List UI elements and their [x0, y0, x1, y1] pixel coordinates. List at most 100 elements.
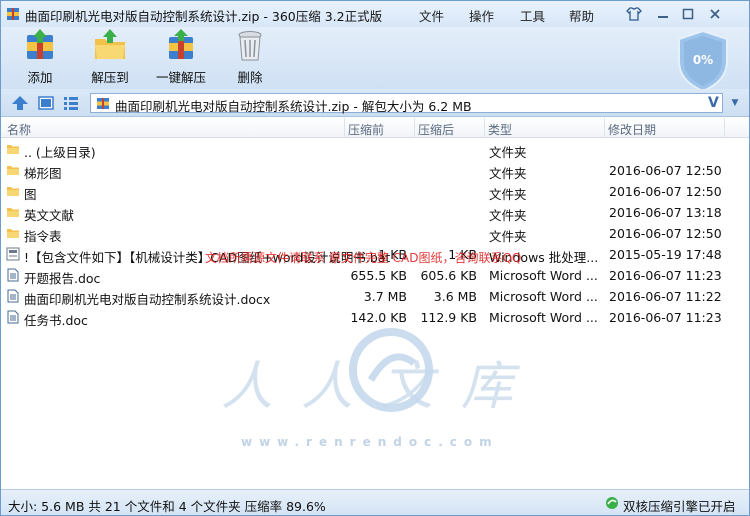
- status-summary: 大小: 5.6 MB 共 21 个文件和 4 个文件夹 压缩率 89.6%: [8, 499, 326, 514]
- close-icon[interactable]: [704, 4, 726, 24]
- column-divider[interactable]: [414, 118, 415, 138]
- file-name: 英文文献: [24, 208, 75, 223]
- doc-file-icon: [7, 268, 19, 282]
- column-divider[interactable]: [484, 118, 485, 138]
- column-after[interactable]: 压缩后: [418, 121, 454, 138]
- table-row[interactable]: 梯形图 文件夹 2016-06-07 12:50: [1, 160, 749, 181]
- chevron-down-icon[interactable]: ▼: [726, 93, 744, 113]
- archive-icon: [97, 98, 109, 109]
- list-view-icon[interactable]: [62, 95, 80, 111]
- file-name: .. (上级目录): [24, 145, 96, 160]
- doc-file-icon: [7, 310, 19, 324]
- file-size-after: 112.9 KB: [420, 310, 477, 325]
- trash-can-icon: [238, 31, 262, 61]
- file-type: Microsoft Word ...: [489, 289, 598, 304]
- file-type: 文件夹: [489, 187, 527, 202]
- file-date: 2016-06-07 11:22: [609, 289, 722, 304]
- file-size-after: 3.6 MB: [433, 289, 477, 304]
- menu-file[interactable]: 文件: [419, 6, 444, 25]
- app-icon: [7, 8, 19, 20]
- table-row[interactable]: 图 文件夹 2016-06-07 12:50: [1, 181, 749, 202]
- title-bar: 曲面印刷机光电对版自动控制系统设计.zip - 360压缩 3.2正式版 文件 …: [1, 1, 749, 27]
- status-bar: 大小: 5.6 MB 共 21 个文件和 4 个文件夹 压缩率 89.6% 双核…: [1, 489, 749, 515]
- column-name[interactable]: 名称: [7, 121, 31, 138]
- thumbnail-view-icon[interactable]: [37, 95, 55, 111]
- watermark-red-note: 文档所需源文件请联系 原文件完整 CAD图纸，咨询联系QQ: [205, 251, 522, 265]
- file-type: Microsoft Word ...: [489, 310, 598, 325]
- file-name: 梯形图: [24, 166, 62, 181]
- file-name: 曲面印刷机光电对版自动控制系统设计.docx: [24, 292, 271, 307]
- file-size-before: 3.7 MB: [363, 289, 407, 304]
- file-date: 2016-06-07 12:50: [609, 184, 722, 199]
- column-divider[interactable]: [604, 118, 605, 138]
- delete-label: 删除: [237, 70, 263, 85]
- add-label: 添加: [27, 70, 53, 85]
- extract-to-button[interactable]: 解压到: [80, 29, 140, 87]
- file-date: 2016-06-07 11:23: [609, 268, 722, 283]
- file-name: 任务书.doc: [24, 313, 88, 328]
- column-type[interactable]: 类型: [488, 121, 512, 138]
- column-divider[interactable]: [344, 118, 345, 138]
- watermark-chinese: 人人文库: [221, 357, 542, 417]
- watermark-url: www.renrendoc.com: [241, 435, 499, 449]
- folder-icon: [7, 166, 19, 175]
- one-click-extract-icon: [169, 29, 193, 59]
- file-date: 2016-06-07 12:50: [609, 226, 722, 241]
- table-row[interactable]: 指令表 文件夹 2016-06-07 12:50: [1, 223, 749, 244]
- delete-button[interactable]: 删除: [220, 29, 280, 87]
- folder-icon: [7, 145, 19, 154]
- file-size-before: 655.5 KB: [350, 268, 407, 283]
- skin-shirt-icon[interactable]: [623, 4, 645, 24]
- menu-tools[interactable]: 工具: [520, 6, 545, 25]
- extract-to-label: 解压到: [91, 70, 129, 85]
- window-title: 曲面印刷机光电对版自动控制系统设计.zip - 360压缩 3.2正式版: [25, 9, 383, 24]
- up-arrow-icon[interactable]: [11, 95, 29, 111]
- file-name: 开题报告.doc: [24, 271, 101, 286]
- table-row[interactable]: 曲面印刷机光电对版自动控制系统设计.docx 3.7 MB 3.6 MB Mic…: [1, 286, 749, 307]
- file-type: 文件夹: [489, 208, 527, 223]
- one-click-extract-button[interactable]: 一键解压: [150, 29, 212, 87]
- table-row[interactable]: .. (上级目录) 文件夹: [1, 139, 749, 160]
- file-date: 2016-06-07 13:18: [609, 205, 722, 220]
- table-row[interactable]: 开题报告.doc 655.5 KB 605.6 KB Microsoft Wor…: [1, 265, 749, 286]
- column-header: 名称 压缩前 压缩后 类型 修改日期: [1, 118, 749, 138]
- add-archive-icon: [27, 29, 53, 59]
- folder-icon: [7, 187, 19, 196]
- column-before[interactable]: 压缩前: [348, 121, 384, 138]
- column-divider[interactable]: [724, 118, 725, 138]
- file-date: 2016-06-07 11:23: [609, 310, 722, 325]
- file-size-after: 605.6 KB: [420, 268, 477, 283]
- folder-icon: [7, 208, 19, 217]
- column-date[interactable]: 修改日期: [608, 121, 656, 138]
- engine-status[interactable]: 双核压缩引擎已开启: [623, 496, 736, 515]
- file-type: Microsoft Word ...: [489, 268, 598, 283]
- file-type: 文件夹: [489, 145, 527, 160]
- menu-help[interactable]: 帮助: [569, 6, 594, 25]
- file-list: 人人文库 www.renrendoc.com .. (上级目录) 文件夹 梯形图…: [1, 139, 749, 489]
- add-button[interactable]: 添加: [10, 29, 70, 87]
- maximize-icon[interactable]: [677, 4, 699, 24]
- one-click-extract-label: 一键解压: [155, 70, 206, 85]
- dual-core-engine-icon: [606, 497, 618, 509]
- table-row[interactable]: 英文文献 文件夹 2016-06-07 13:18: [1, 202, 749, 223]
- extract-folder-icon: [95, 29, 125, 59]
- menu-operate[interactable]: 操作: [469, 6, 494, 25]
- address-row: 曲面印刷机光电对版自动控制系统设计.zip - 解包大小为 6.2 MB V ▼: [1, 89, 749, 117]
- file-size-before: 142.0 KB: [350, 310, 407, 325]
- file-type: 文件夹: [489, 229, 527, 244]
- shield-percent: 0%: [692, 53, 714, 67]
- bat-file-icon: [6, 247, 20, 261]
- table-row[interactable]: 任务书.doc 142.0 KB 112.9 KB Microsoft Word…: [1, 307, 749, 328]
- file-type: 文件夹: [489, 166, 527, 181]
- minimize-icon[interactable]: [652, 4, 674, 24]
- file-date: 2015-05-19 17:48: [609, 247, 722, 262]
- address-bar[interactable]: 曲面印刷机光电对版自动控制系统设计.zip - 解包大小为 6.2 MB V: [90, 93, 723, 114]
- app-window: 曲面印刷机光电对版自动控制系统设计.zip - 360压缩 3.2正式版 文件 …: [0, 0, 750, 516]
- file-name: 图: [24, 187, 37, 202]
- folder-icon: [7, 229, 19, 238]
- file-date: 2016-06-07 12:50: [609, 163, 722, 178]
- address-v-button[interactable]: V: [708, 95, 719, 111]
- doc-file-icon: [7, 289, 19, 303]
- toolbar: 添加 解压到 一键解压 删除 0%: [1, 27, 749, 93]
- address-text: 曲面印刷机光电对版自动控制系统设计.zip - 解包大小为 6.2 MB: [115, 99, 472, 114]
